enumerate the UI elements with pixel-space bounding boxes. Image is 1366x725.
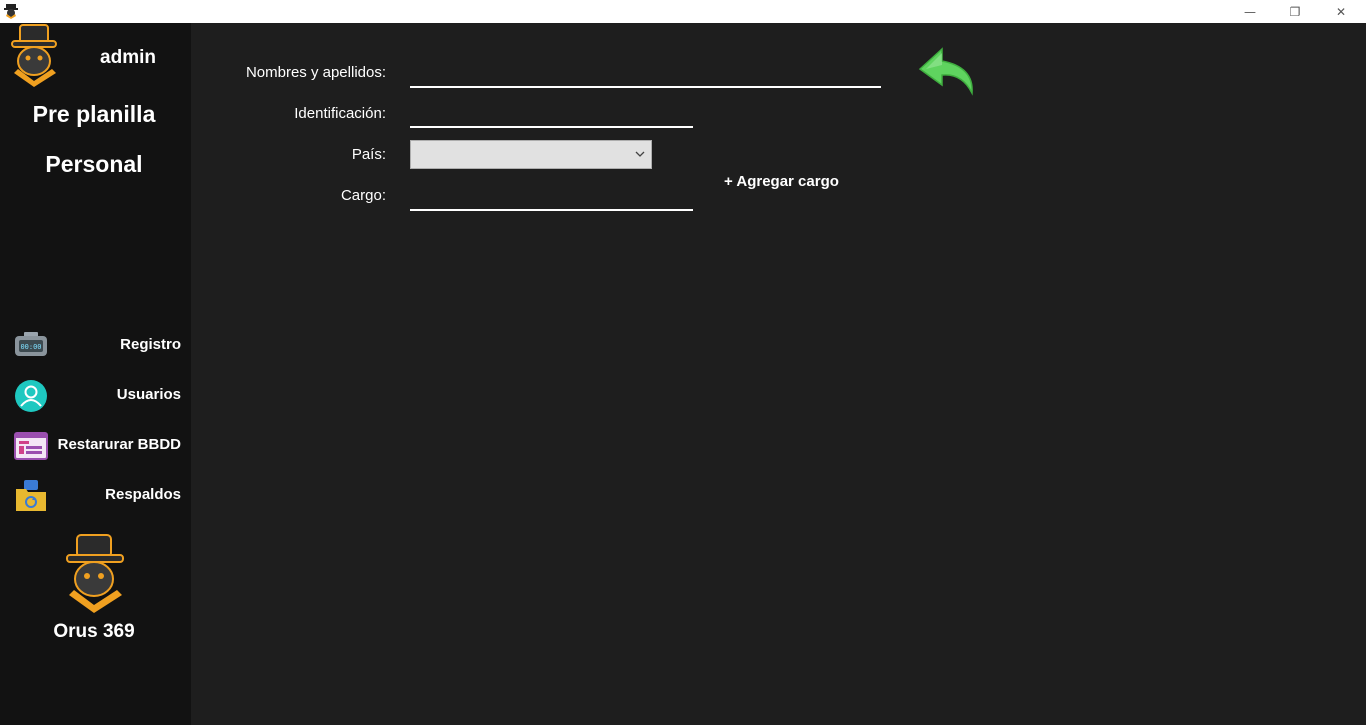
window-titlebar: — ❐ ✕: [0, 0, 1366, 23]
back-arrow-icon[interactable]: [916, 45, 978, 97]
sidebar-item-respaldos[interactable]: Respaldos: [0, 475, 191, 515]
database-restore-icon: [14, 432, 48, 460]
close-button[interactable]: ✕: [1318, 0, 1364, 23]
nombres-label: Nombres y apellidos:: [245, 64, 386, 81]
mascot-logo-icon: [11, 24, 57, 87]
app-logo-icon: [4, 4, 18, 19]
brand-name: Orus 369: [53, 621, 135, 642]
svg-text:00:00: 00:00: [20, 343, 41, 351]
nombres-input[interactable]: [410, 60, 881, 88]
pais-label: País:: [351, 146, 386, 163]
sidebar-item-label: Restarurar BBDD: [57, 436, 181, 453]
section-title-pre-planilla[interactable]: Pre planilla: [0, 101, 188, 128]
sidebar-item-label: Respaldos: [105, 486, 181, 503]
add-cargo-button[interactable]: + Agregar cargo: [724, 173, 839, 190]
current-user-label: admin: [100, 47, 156, 68]
sidebar-item-usuarios[interactable]: Usuarios: [0, 375, 191, 415]
sidebar-item-label: Registro: [120, 336, 181, 353]
section-title-personal[interactable]: Personal: [0, 151, 188, 178]
sidebar-item-registro[interactable]: 00:00 Registro: [0, 325, 191, 365]
cargo-label: Cargo:: [340, 187, 386, 204]
maximize-button[interactable]: ❐: [1272, 0, 1318, 23]
minimize-button[interactable]: —: [1227, 0, 1273, 23]
identificacion-input[interactable]: [410, 100, 693, 128]
user-icon: [15, 380, 47, 412]
clock-icon: 00:00: [15, 332, 47, 356]
identificacion-label: Identificación:: [294, 105, 386, 122]
mascot-logo-icon: [66, 534, 124, 613]
sidebar: admin Pre planilla Personal 00:00 Regist…: [0, 23, 191, 725]
pais-select[interactable]: [410, 140, 652, 169]
chevron-down-icon: [635, 151, 645, 157]
backup-folder-icon: [16, 480, 46, 511]
cargo-input[interactable]: [410, 183, 693, 211]
sidebar-item-restaurar-bbdd[interactable]: Restarurar BBDD: [0, 425, 191, 465]
sidebar-item-label: Usuarios: [116, 386, 181, 403]
